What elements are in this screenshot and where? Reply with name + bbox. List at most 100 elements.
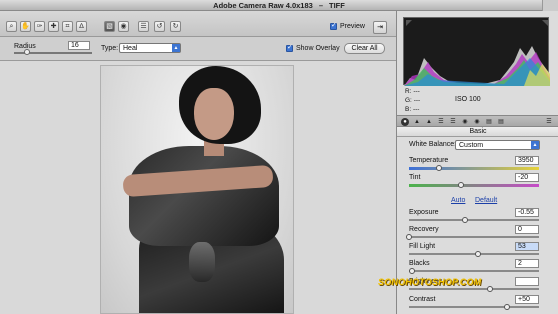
preview-toggle[interactable]: Preview	[330, 21, 365, 30]
photo-face	[194, 88, 234, 140]
eyedropper-icon[interactable]: ✑	[34, 21, 45, 32]
preview-label: Preview	[340, 23, 365, 30]
title-bar: Adobe Camera Raw 4.0x183– TIFF	[0, 0, 558, 11]
section-title: Basic	[397, 127, 558, 137]
preferences-icon[interactable]: ☰	[138, 21, 149, 32]
type-select[interactable]: Heal ▲	[119, 43, 181, 53]
fill-light-slider-thumb[interactable]	[474, 251, 481, 257]
image-canvas[interactable]	[0, 61, 396, 314]
b-label: B:	[405, 106, 412, 113]
r-value: ---	[413, 88, 420, 95]
watermark-text: SONOHOTOSHOP.COM	[378, 277, 482, 287]
window-zoom-button[interactable]	[542, 0, 558, 11]
blacks-label: Blacks	[409, 260, 430, 267]
photo-boot-highlight	[189, 242, 215, 282]
white-balance-select[interactable]: Custom ▲	[455, 140, 540, 150]
highlight-clipping-icon	[542, 20, 548, 26]
clear-all-button[interactable]: Clear All	[344, 43, 385, 54]
blacks-slider-thumb[interactable]	[408, 268, 415, 274]
brightness-slider[interactable]	[409, 288, 539, 290]
window-title-format: TIFF	[328, 1, 345, 10]
contrast-slider[interactable]	[409, 306, 539, 308]
tint-slider-thumb[interactable]	[458, 182, 464, 188]
rotate-left-icon[interactable]: ↺	[154, 21, 165, 32]
type-select-value: Heal	[123, 45, 138, 52]
tab-split-toning-icon[interactable]: ☰	[449, 118, 457, 126]
tint-label: Tint	[409, 174, 421, 181]
preview-checkbox[interactable]	[330, 21, 337, 30]
rotate-right-icon[interactable]: ↻	[170, 21, 181, 32]
fullscreen-icon[interactable]: ⇥	[373, 21, 387, 34]
zoom-icon[interactable]: ⌕	[6, 21, 17, 32]
brightness-input[interactable]	[515, 277, 539, 286]
iso-readout: ISO 100	[455, 96, 481, 103]
panel-menu-icon[interactable]: ☰	[545, 118, 553, 126]
exposure-slider-thumb[interactable]	[461, 217, 468, 223]
tint-slider[interactable]	[409, 184, 539, 187]
radius-input[interactable]: 16	[68, 41, 90, 50]
fill-light-input[interactable]: 53	[515, 242, 539, 251]
retouch-icon[interactable]: ▧	[104, 21, 115, 32]
type-label: Type:	[101, 45, 119, 52]
tab-hsl-icon[interactable]: ☰	[437, 118, 445, 126]
contrast-label: Contrast	[409, 296, 436, 303]
brightness-slider-thumb[interactable]	[486, 286, 493, 292]
histogram	[403, 17, 550, 86]
tab-detail-icon[interactable]: ▲	[425, 118, 433, 126]
recovery-label: Recovery	[409, 226, 439, 233]
tool-options-bar: Radius 16 Type: Heal ▲ Show Overlay Clea…	[0, 37, 396, 61]
exposure-slider[interactable]	[409, 219, 539, 221]
show-overlay-toggle[interactable]: Show Overlay	[286, 43, 340, 52]
temperature-slider[interactable]	[409, 167, 539, 170]
white-balance-value: Custom	[459, 142, 484, 149]
recovery-slider-thumb[interactable]	[406, 234, 412, 240]
show-overlay-label: Show Overlay	[296, 45, 340, 52]
g-value: ---	[413, 97, 421, 104]
histogram-graph	[404, 20, 550, 86]
tint-input[interactable]: -20	[515, 173, 539, 182]
default-link[interactable]: Default	[475, 197, 497, 204]
color-sampler-icon[interactable]: ✚	[48, 21, 59, 32]
shadow-clipping-icon	[406, 20, 412, 26]
white-balance-label: White Balance:	[409, 141, 457, 148]
tab-snapshots-icon[interactable]: ▤	[497, 118, 505, 126]
exposure-label: Exposure	[409, 209, 439, 216]
tab-presets-icon[interactable]: ▤	[485, 118, 493, 126]
photo-preview[interactable]	[100, 65, 294, 314]
recovery-input[interactable]: 0	[515, 225, 539, 234]
crop-icon[interactable]: ⌗	[62, 21, 73, 32]
tab-basic-icon[interactable]: ●	[401, 118, 409, 126]
panel-tabs: ● ▲ ▲ ☰ ☰ ◉ ◉ ▤ ▤ ☰	[397, 115, 558, 127]
tab-lens-icon[interactable]: ◉	[461, 118, 469, 126]
b-value: ---	[412, 106, 420, 113]
toolbar: ⌕✋✑✚⌗∆ ▧◉ ☰ ↺ ↻ Preview ⇥	[0, 11, 396, 37]
tab-camera-calibration-icon[interactable]: ◉	[473, 118, 481, 126]
contrast-slider-thumb[interactable]	[503, 304, 510, 310]
red-eye-icon[interactable]: ◉	[118, 21, 129, 32]
temperature-slider-thumb[interactable]	[435, 165, 442, 171]
contrast-input[interactable]: +50	[515, 295, 539, 304]
chevron-updown-icon: ▲	[531, 141, 539, 149]
straighten-icon[interactable]: ∆	[76, 21, 87, 32]
photo-jacket	[129, 146, 279, 246]
radius-slider-thumb[interactable]	[24, 49, 30, 55]
adjustments-panel: R: --- G: --- B: --- ISO 100 ● ▲ ▲ ☰ ☰ ◉…	[396, 11, 558, 314]
window-title-text: Adobe Camera Raw 4.0x183	[213, 1, 313, 10]
blacks-input[interactable]: 2	[515, 259, 539, 268]
recovery-slider[interactable]	[409, 236, 539, 238]
chevron-updown-icon: ▲	[172, 44, 180, 52]
window-title-separator: –	[318, 1, 323, 10]
g-label: G:	[405, 97, 412, 104]
temperature-input[interactable]: 3950	[515, 156, 539, 165]
blacks-slider[interactable]	[409, 270, 539, 272]
r-label: R:	[405, 88, 412, 95]
temperature-label: Temperature	[409, 157, 449, 164]
window-title: Adobe Camera Raw 4.0x183– TIFF	[0, 1, 558, 10]
fill-light-label: Fill Light	[409, 243, 436, 250]
tab-tone-curve-icon[interactable]: ▲	[413, 118, 421, 126]
show-overlay-checkbox[interactable]	[286, 43, 293, 52]
hand-icon[interactable]: ✋	[20, 21, 31, 32]
auto-link[interactable]: Auto	[451, 197, 465, 204]
exposure-input[interactable]: -0.55	[515, 208, 539, 217]
rgb-readout: R: --- G: --- B: ---	[405, 87, 420, 114]
